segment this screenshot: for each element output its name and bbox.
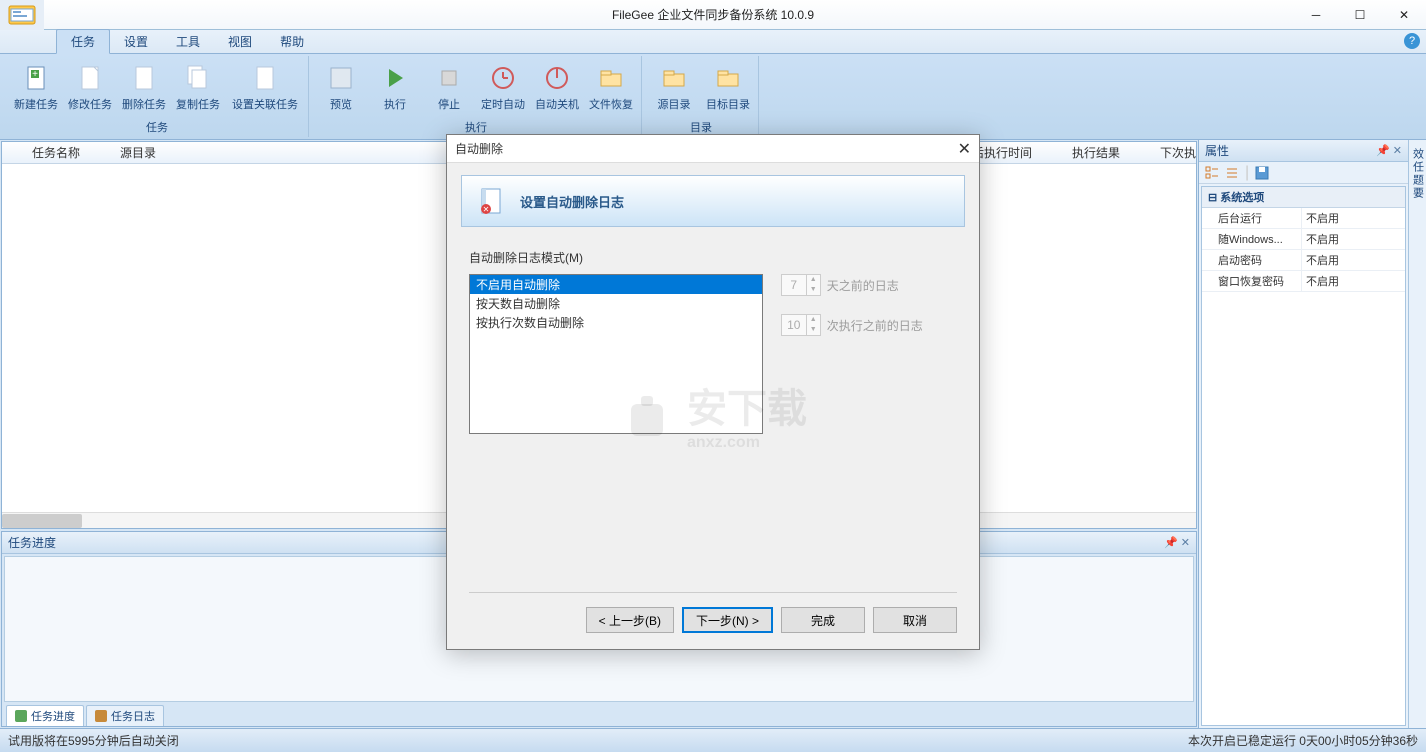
days-spinner[interactable]: ▲▼: [781, 274, 821, 296]
times-row: ▲▼ 次执行之前的日志: [781, 314, 957, 336]
modal-overlay: 自动删除 ✕ ✕ 设置自动删除日志 自动删除日志模式(M) 不启用自动删除 按天…: [0, 0, 1426, 752]
dialog-banner-title: 设置自动删除日志: [520, 192, 624, 211]
times-spinner[interactable]: ▲▼: [781, 314, 821, 336]
times-label: 次执行之前的日志: [827, 317, 923, 334]
list-item[interactable]: 按执行次数自动删除: [470, 313, 762, 332]
chevron-up-icon[interactable]: ▲: [807, 275, 820, 285]
dialog-title-bar[interactable]: 自动删除 ✕: [447, 135, 979, 163]
chevron-up-icon[interactable]: ▲: [807, 315, 820, 325]
auto-delete-dialog: 自动删除 ✕ ✕ 设置自动删除日志 自动删除日志模式(M) 不启用自动删除 按天…: [446, 134, 980, 650]
list-item[interactable]: 不启用自动删除: [470, 275, 762, 294]
list-item[interactable]: 按天数自动删除: [470, 294, 762, 313]
dialog-title: 自动删除: [455, 140, 503, 157]
cancel-button[interactable]: 取消: [873, 607, 957, 633]
finish-button[interactable]: 完成: [781, 607, 865, 633]
next-button[interactable]: 下一步(N) >: [682, 607, 773, 633]
days-label: 天之前的日志: [827, 277, 899, 294]
dialog-close-button[interactable]: ✕: [958, 139, 971, 159]
mode-label: 自动删除日志模式(M): [469, 249, 957, 266]
dialog-button-row: < 上一步(B) 下一步(N) > 完成 取消: [447, 607, 979, 649]
days-row: ▲▼ 天之前的日志: [781, 274, 957, 296]
days-input[interactable]: [782, 275, 806, 295]
back-button[interactable]: < 上一步(B): [586, 607, 674, 633]
dialog-banner: ✕ 设置自动删除日志: [461, 175, 965, 227]
chevron-down-icon[interactable]: ▼: [807, 325, 820, 335]
chevron-down-icon[interactable]: ▼: [807, 285, 820, 295]
times-input[interactable]: [782, 315, 806, 335]
dialog-content: 自动删除日志模式(M) 不启用自动删除 按天数自动删除 按执行次数自动删除 ▲▼…: [447, 235, 979, 592]
watermark: 安下载 anxz.com: [619, 376, 807, 452]
log-delete-icon: ✕: [476, 185, 508, 217]
svg-text:✕: ✕: [483, 205, 490, 214]
